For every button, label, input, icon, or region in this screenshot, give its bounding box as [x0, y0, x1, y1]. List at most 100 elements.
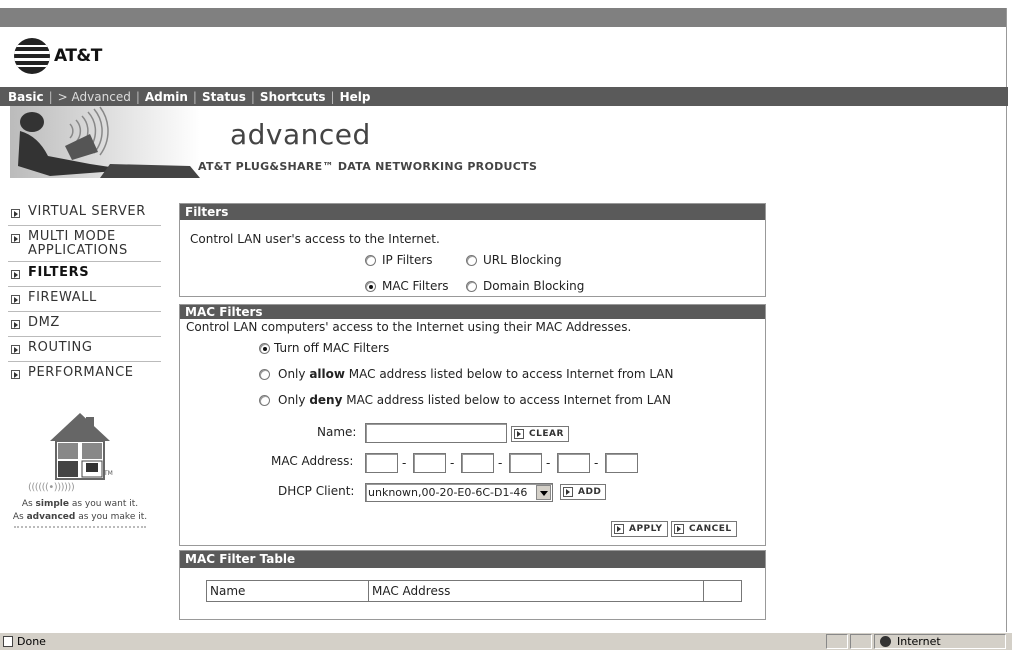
dhcp-client-value: unknown,00-20-E0-6C-D1-46 — [368, 486, 528, 499]
mac-table-panel: MAC Filter Table Name MAC Address — [179, 550, 766, 620]
mac-octet-2[interactable] — [413, 453, 446, 473]
nav-separator: | — [250, 89, 255, 104]
arrow-icon — [563, 487, 573, 497]
mac-separator: - — [594, 456, 599, 470]
sidebar-item-label: MULTI MODE APPLICATIONS — [28, 229, 128, 258]
sidebar-item-performance[interactable]: PERFORMANCE — [8, 362, 161, 387]
page-title: advanced — [230, 118, 371, 151]
url-blocking-radio[interactable] — [466, 255, 477, 266]
ip-filters-radio[interactable] — [365, 255, 376, 266]
tagline-simple: As simple as you want it. — [21, 499, 139, 509]
sidebar: VIRTUAL SERVER MULTI MODE APPLICATIONS F… — [8, 201, 161, 387]
nav-help[interactable]: Help — [340, 90, 371, 104]
divider — [14, 526, 146, 528]
sidebar-item-virtual-server[interactable]: VIRTUAL SERVER — [8, 201, 161, 226]
mac-filters-radio[interactable] — [365, 281, 376, 292]
browser-page: AT&T Basic | > Advanced | Admin | Status… — [0, 0, 1012, 650]
ip-filters-label[interactable]: IP Filters — [382, 253, 433, 267]
mac-filter-table: Name MAC Address — [206, 580, 742, 602]
mac-off-label[interactable]: Turn off MAC Filters — [274, 341, 389, 355]
sidebar-item-multi-mode-applications[interactable]: MULTI MODE APPLICATIONS — [8, 226, 161, 262]
arrow-icon — [11, 270, 20, 279]
globe-icon — [880, 636, 891, 647]
nav-basic[interactable]: Basic — [8, 90, 44, 104]
nav-separator: | — [48, 89, 53, 104]
top-bar — [0, 8, 1012, 27]
sidebar-item-label: ROUTING — [28, 340, 93, 355]
apply-button[interactable]: APPLY — [611, 521, 668, 537]
page-icon — [3, 636, 13, 647]
mac-separator: - — [450, 456, 455, 470]
tagline-advanced: As advanced as you make it. — [12, 512, 148, 522]
nav-advanced[interactable]: > Advanced — [58, 90, 131, 104]
name-label: Name: — [317, 425, 357, 439]
mac-separator: - — [402, 456, 407, 470]
clear-button[interactable]: CLEAR — [511, 426, 569, 442]
dhcp-client-label: DHCP Client: — [278, 484, 355, 498]
banner-photo — [10, 106, 200, 178]
mac-deny-label[interactable]: Only deny MAC address listed below to ac… — [278, 393, 671, 407]
status-text: Done — [17, 635, 46, 648]
globe-icon — [14, 38, 50, 74]
mac-octet-6[interactable] — [605, 453, 638, 473]
status-pane — [826, 634, 848, 649]
url-blocking-label[interactable]: URL Blocking — [483, 253, 562, 267]
nav-status[interactable]: Status — [202, 90, 246, 104]
trademark-mark: TM — [104, 470, 113, 477]
signal-waves: ((((((•)))))) — [28, 482, 75, 493]
sidebar-item-filters[interactable]: FILTERS — [8, 262, 161, 287]
mac-octet-5[interactable] — [557, 453, 590, 473]
mac-filters-description: Control LAN computers' access to the Int… — [186, 320, 632, 334]
mac-allow-radio[interactable] — [259, 369, 270, 380]
page-subtitle: AT&T PLUG&SHARE™ DATA NETWORKING PRODUCT… — [198, 160, 538, 173]
mac-octet-1[interactable] — [365, 453, 398, 473]
sidebar-item-label: VIRTUAL SERVER — [28, 204, 146, 219]
sidebar-item-routing[interactable]: ROUTING — [8, 337, 161, 362]
mac-separator: - — [498, 456, 503, 470]
column-header-name: Name — [207, 581, 369, 601]
mac-off-radio[interactable] — [259, 343, 270, 354]
mac-address-label: MAC Address: — [271, 454, 354, 468]
status-pane — [850, 634, 872, 649]
chevron-down-icon[interactable] — [536, 485, 551, 500]
nav-separator: | — [135, 89, 140, 104]
mac-table-heading: MAC Filter Table — [180, 551, 765, 568]
nav-shortcuts[interactable]: Shortcuts — [260, 90, 326, 104]
sidebar-item-label: FILTERS — [28, 265, 90, 280]
filters-panel: Filters Control LAN user's access to the… — [179, 203, 766, 297]
mac-deny-radio[interactable] — [259, 395, 270, 406]
arrow-icon — [11, 234, 20, 243]
sidebar-item-label: PERFORMANCE — [28, 365, 134, 380]
name-input[interactable] — [365, 423, 507, 443]
top-nav: Basic | > Advanced | Admin | Status | Sh… — [0, 87, 1008, 106]
arrow-icon — [11, 320, 20, 329]
arrow-icon — [11, 209, 20, 218]
add-button[interactable]: ADD — [560, 484, 607, 500]
sidebar-item-dmz[interactable]: DMZ — [8, 312, 161, 337]
nav-admin[interactable]: Admin — [145, 90, 188, 104]
mac-allow-label[interactable]: Only allow MAC address listed below to a… — [278, 367, 674, 381]
arrow-icon — [11, 370, 20, 379]
domain-blocking-label[interactable]: Domain Blocking — [483, 279, 584, 293]
mac-separator: - — [546, 456, 551, 470]
mac-filters-label[interactable]: MAC Filters — [382, 279, 449, 293]
sidebar-item-label: FIREWALL — [28, 290, 97, 305]
dhcp-client-select[interactable]: unknown,00-20-E0-6C-D1-46 — [365, 483, 553, 502]
att-logo[interactable]: AT&T — [14, 38, 102, 74]
mac-filters-heading: MAC Filters — [180, 305, 765, 319]
brand-name: AT&T — [54, 46, 102, 66]
status-bar: Done Internet — [0, 632, 1012, 650]
nav-separator: | — [192, 89, 197, 104]
column-header-action — [704, 581, 741, 601]
arrow-icon — [11, 295, 20, 304]
cancel-button[interactable]: CANCEL — [671, 521, 737, 537]
arrow-icon — [514, 429, 524, 439]
mac-octet-3[interactable] — [461, 453, 494, 473]
mac-filters-panel: MAC Filters Control LAN computers' acces… — [179, 304, 766, 546]
nav-separator: | — [330, 89, 335, 104]
domain-blocking-radio[interactable] — [466, 281, 477, 292]
sidebar-item-firewall[interactable]: FIREWALL — [8, 287, 161, 312]
arrow-icon — [11, 345, 20, 354]
filters-description: Control LAN user's access to the Interne… — [190, 232, 440, 246]
mac-octet-4[interactable] — [509, 453, 542, 473]
